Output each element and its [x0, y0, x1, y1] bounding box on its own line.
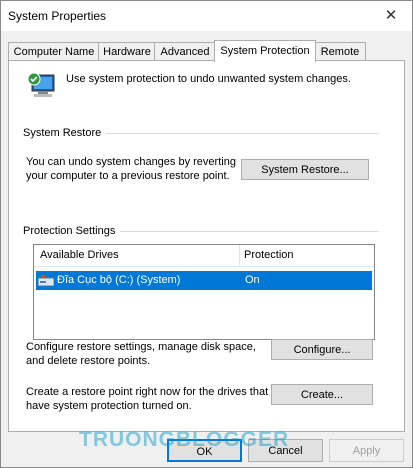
configure-button[interactable]: Configure...	[271, 339, 373, 360]
system-properties-window: System Properties ✕ Computer Name Hardwa…	[0, 0, 413, 468]
watermark-logo: TRUONGBLOGGER	[79, 428, 290, 451]
title-bar: System Properties ✕	[1, 1, 412, 31]
drive-protection-status: On	[245, 274, 260, 286]
drives-list[interactable]: Available Drives Protection Đĩa Cục bộ (…	[33, 244, 375, 340]
tab-advanced[interactable]: Advanced	[154, 42, 216, 61]
tab-remote[interactable]: Remote	[314, 42, 366, 61]
configure-desc-line2: and delete restore points.	[26, 355, 151, 367]
table-row[interactable]: Đĩa Cục bộ (C:) (System) On	[36, 271, 372, 290]
drives-list-header: Available Drives Protection	[34, 245, 374, 267]
intro-text: Use system protection to undo unwanted s…	[66, 73, 351, 85]
tab-hardware[interactable]: Hardware	[98, 42, 156, 61]
protection-settings-heading: Protection Settings	[23, 225, 121, 237]
column-separator[interactable]	[239, 245, 240, 266]
system-restore-desc-line1: You can undo system changes by reverting	[26, 156, 236, 168]
create-desc-line1: Create a restore point right now for the…	[26, 386, 269, 398]
drive-name: Đĩa Cục bộ (C:) (System)	[57, 274, 181, 286]
window-title: System Properties	[8, 9, 107, 23]
close-button[interactable]: ✕	[376, 5, 406, 27]
create-desc-line2: have system protection turned on.	[26, 400, 192, 412]
configure-desc-line1: Configure restore settings, manage disk …	[26, 341, 256, 353]
system-protection-panel: Use system protection to undo unwanted s…	[8, 60, 405, 432]
column-available-drives[interactable]: Available Drives	[40, 249, 119, 261]
column-protection[interactable]: Protection	[244, 249, 294, 261]
system-restore-heading: System Restore	[23, 127, 107, 139]
apply-button: Apply	[329, 439, 404, 462]
tab-computer-name[interactable]: Computer Name	[8, 42, 100, 61]
system-restore-button[interactable]: System Restore...	[241, 159, 369, 180]
create-button[interactable]: Create...	[271, 384, 373, 405]
tab-system-protection[interactable]: System Protection	[214, 40, 316, 62]
drive-icon	[38, 275, 54, 286]
computer-shield-icon	[27, 72, 55, 97]
system-restore-desc-line2: your computer to a previous restore poin…	[26, 170, 230, 182]
